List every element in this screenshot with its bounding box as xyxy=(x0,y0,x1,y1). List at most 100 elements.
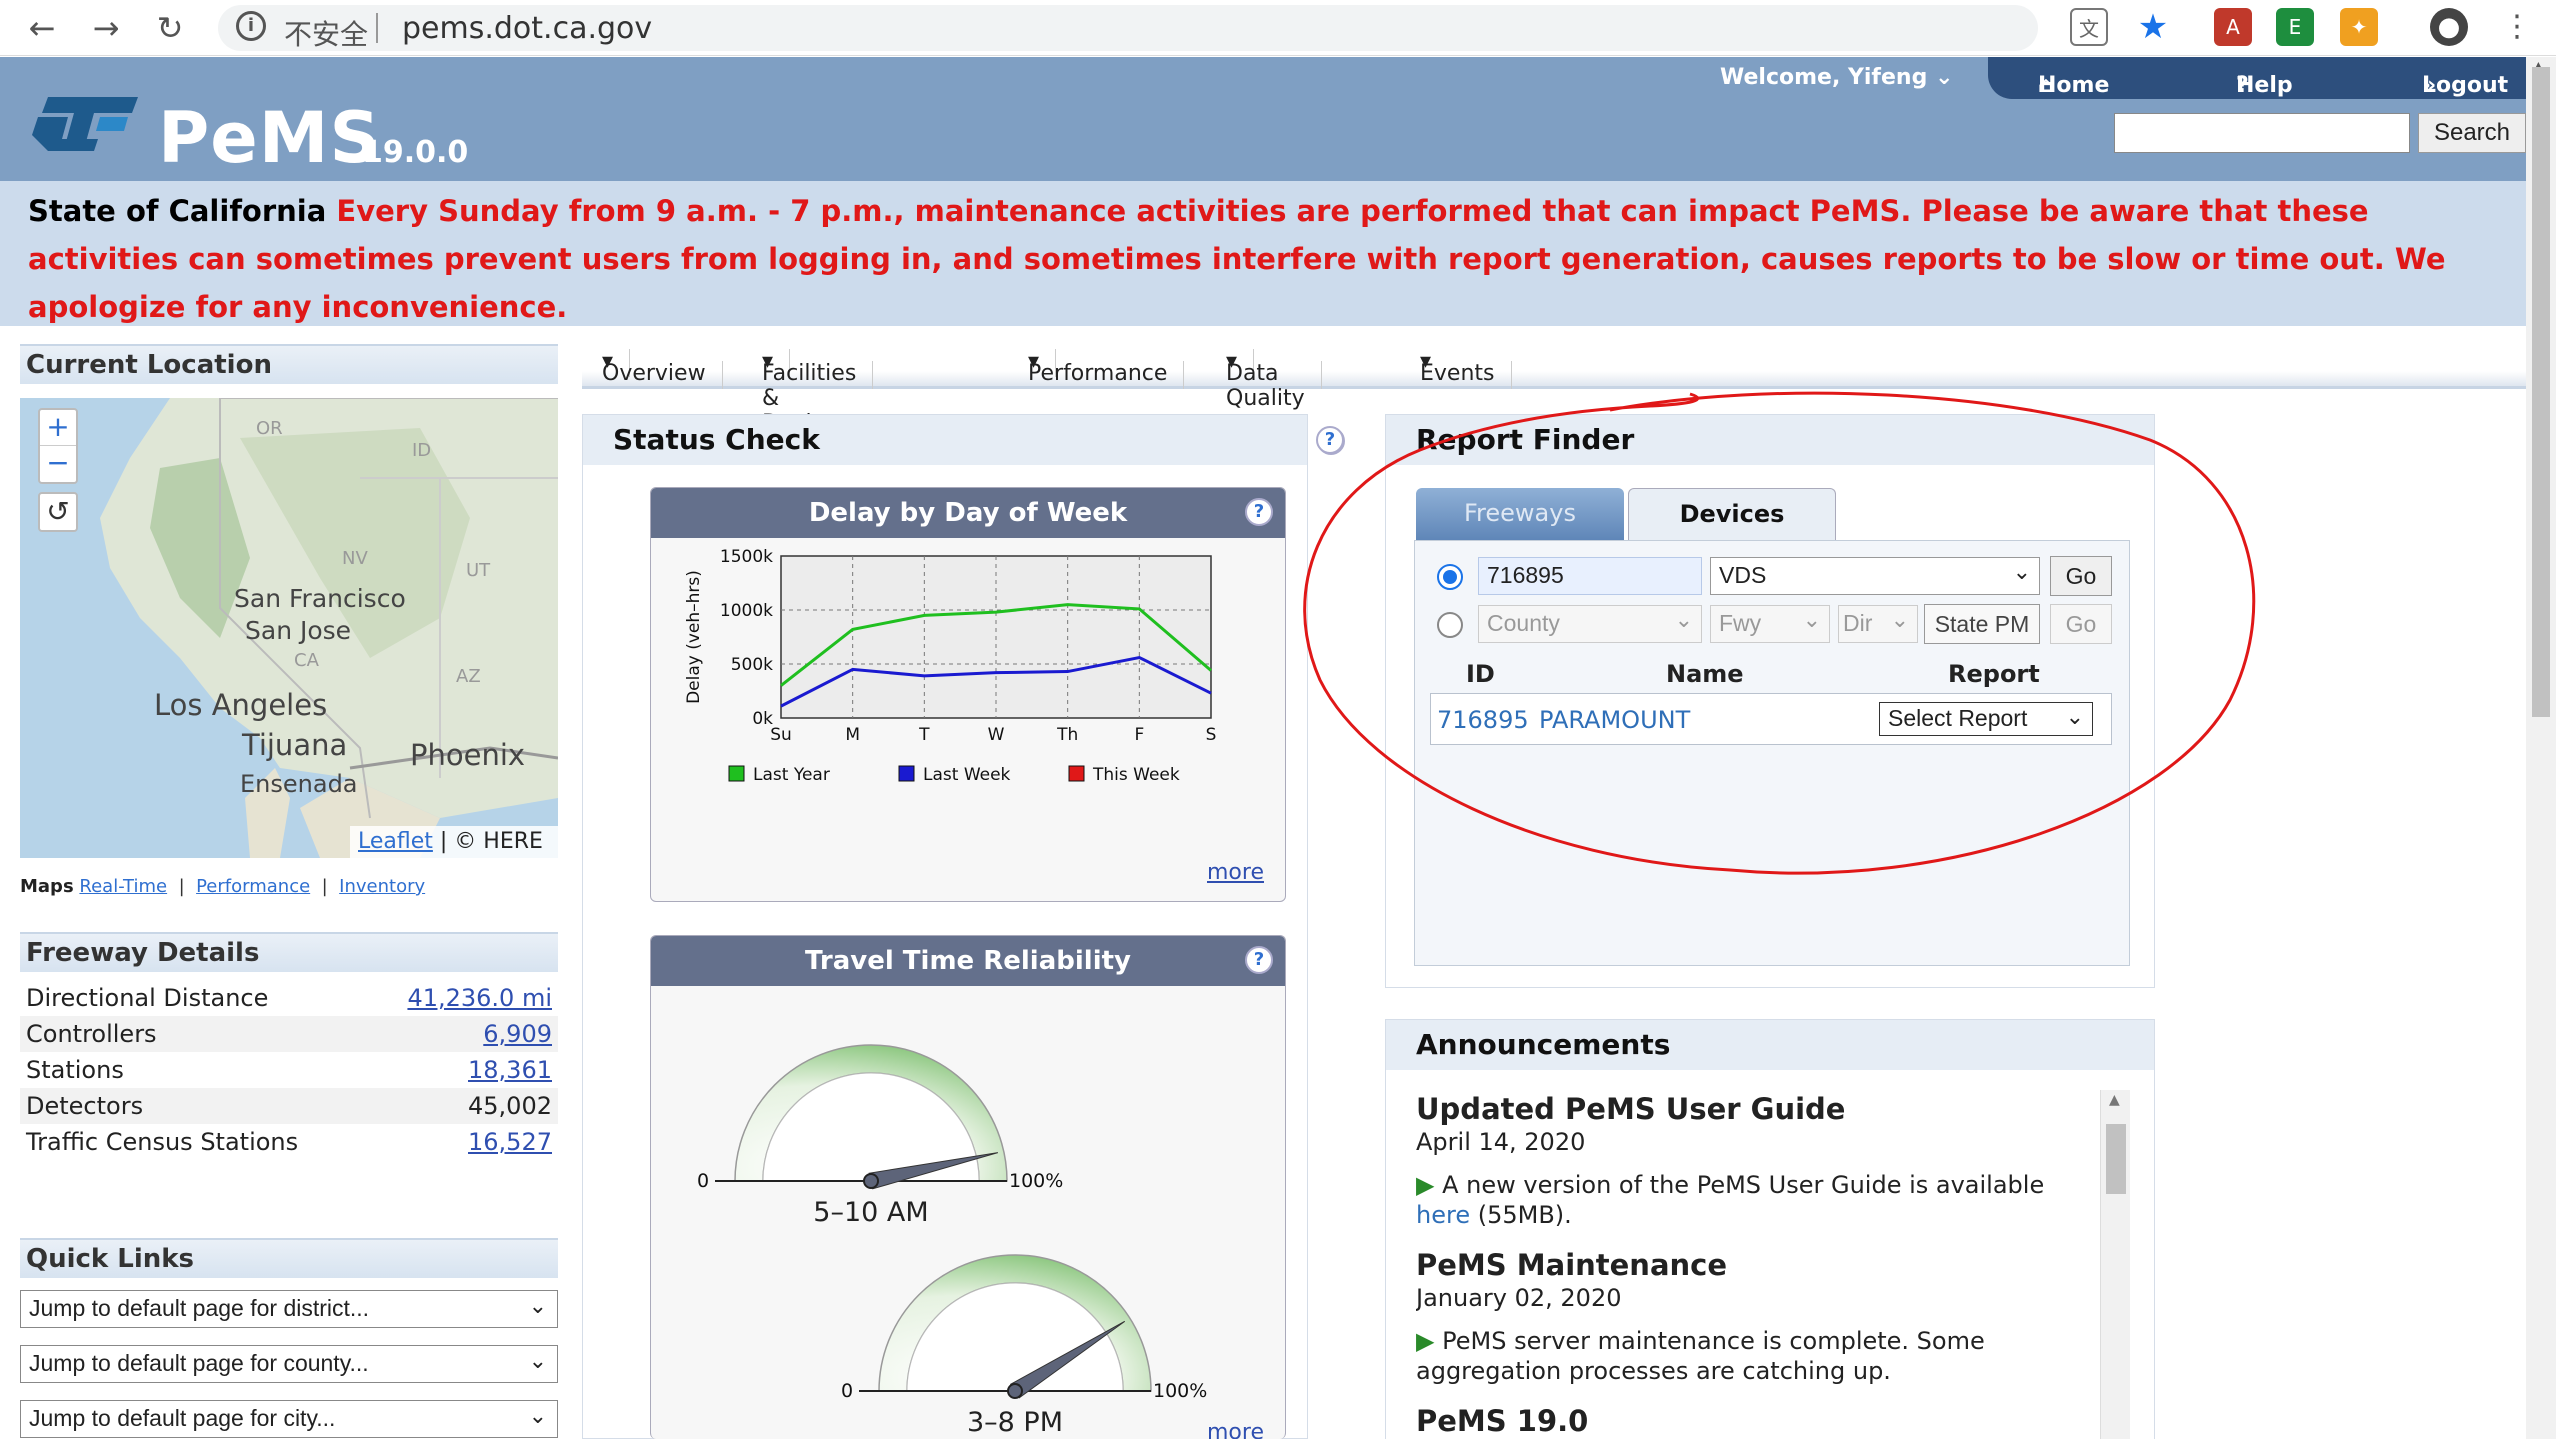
table-row: Controllers 6,909 xyxy=(20,1016,558,1052)
nav-help-label: Help xyxy=(2236,73,2293,98)
address-bar[interactable]: i 不安全 pems.dot.ca.gov xyxy=(218,5,2038,51)
county-select[interactable]: Jump to default page for county... ⌄ xyxy=(20,1345,558,1383)
table-row: Detectors 45,002 xyxy=(20,1088,558,1124)
menu-data-quality[interactable]: Data Quality ▾ xyxy=(1226,349,1322,411)
search-input[interactable] xyxy=(2114,113,2410,153)
menu-kebab-icon[interactable]: ⋮ xyxy=(2498,8,2536,46)
menu-facilities-devices[interactable]: Facilities & Devices ▾ xyxy=(762,349,874,436)
gauge-max-label: 100% xyxy=(1153,1380,1207,1402)
welcome-menu[interactable]: Welcome, Yifeng ⌄ xyxy=(1720,65,1953,90)
gauge-min-label: 0 xyxy=(697,1170,709,1192)
zoom-in-button[interactable]: + xyxy=(40,410,76,446)
delay-chart-title: Delay by Day of Week xyxy=(651,488,1285,538)
detail-value-link[interactable]: 6,909 xyxy=(320,1016,558,1052)
chevron-down-icon: ⌄ xyxy=(528,1348,547,1373)
zoom-out-button[interactable]: − xyxy=(40,446,76,482)
scrollbar-thumb[interactable] xyxy=(2532,67,2550,717)
menu-performance[interactable]: Performance ▾ xyxy=(1028,349,1185,389)
pdf-extension-icon[interactable]: A xyxy=(2214,8,2252,46)
gauge-hub xyxy=(863,1173,879,1189)
y-tick-label: 0k xyxy=(752,709,773,729)
district-select-value: Jump to default page for district... xyxy=(29,1295,370,1321)
x-tick-label: F xyxy=(1134,725,1144,745)
profile-avatar[interactable]: ● xyxy=(2430,8,2468,46)
legend-label: Last Week xyxy=(923,765,1011,785)
travel-more-link[interactable]: more xyxy=(1207,1420,1264,1439)
scroll-up-icon[interactable]: ▲ xyxy=(2109,1092,2120,1108)
detail-label: Detectors xyxy=(20,1088,320,1124)
x-tick-label: Su xyxy=(770,725,792,745)
announcement-text: PeMS server maintenance is complete. Som… xyxy=(1416,1327,1985,1385)
travel-time-title: Travel Time Reliability xyxy=(651,936,1285,986)
legend-swatch xyxy=(1068,765,1085,782)
gauge-period-label: 5–10 AM xyxy=(813,1197,928,1228)
page-scrollbar[interactable]: ▲ ▼ xyxy=(2526,57,2556,1439)
map-label-phoenix: Phoenix xyxy=(410,738,526,772)
reload-icon[interactable]: ↻ xyxy=(148,6,192,50)
pems-version: 19.0.0 xyxy=(362,135,469,170)
gauge-max-label: 100% xyxy=(1009,1170,1063,1192)
x-tick-label: S xyxy=(1206,725,1217,745)
map-label-az: AZ xyxy=(456,666,481,687)
red-annotation-circle xyxy=(1303,391,2256,875)
announcement-title: PeMS 19.0 xyxy=(1416,1404,1589,1438)
maps-realtime-link[interactable]: Real-Time xyxy=(79,876,167,897)
top-nav: ⌂ Home ? Help » Logout xyxy=(1988,57,2526,99)
legend-swatch xyxy=(728,765,745,782)
caltrans-logo-icon[interactable] xyxy=(28,87,148,157)
district-select[interactable]: Jump to default page for district... ⌄ xyxy=(20,1290,558,1328)
current-location-title: Current Location xyxy=(20,344,558,384)
bullet-arrow-icon: ▶ xyxy=(1416,1327,1435,1355)
search-button[interactable]: Search xyxy=(2418,113,2526,153)
maps-inventory-link[interactable]: Inventory xyxy=(339,876,425,897)
detail-label: Traffic Census Stations xyxy=(26,1128,299,1156)
info-icon[interactable]: i xyxy=(236,11,266,41)
announcement-here-link[interactable]: here xyxy=(1416,1201,1470,1229)
announcement-title: Updated PeMS User Guide xyxy=(1416,1092,1846,1126)
here-attribution: | © HERE xyxy=(439,829,543,854)
forward-icon[interactable]: → xyxy=(84,6,128,50)
map-zoom-control: + − xyxy=(38,408,78,484)
scrollbar-thumb[interactable] xyxy=(2106,1124,2126,1194)
announcements-title: Announcements xyxy=(1386,1020,2154,1070)
detail-label: Stations xyxy=(26,1056,124,1084)
leaflet-link[interactable]: Leaflet xyxy=(358,829,433,854)
detail-value-link[interactable]: 16,527 xyxy=(320,1124,558,1160)
quick-links-title: Quick Links xyxy=(20,1238,558,1278)
menu-performance-label: Performance xyxy=(1028,361,1185,389)
map-label-ca: CA xyxy=(294,650,319,671)
back-icon[interactable]: ← xyxy=(20,6,64,50)
map-label-nv: NV xyxy=(342,548,368,569)
location-map[interactable]: OR ID NV UT CA AZ San Francisco San Jose… xyxy=(20,398,558,858)
delay-chart: Su M T W Th F S 0k 500k 1000k 1500k Delay (veh–hrs)… xyxy=(684,547,1217,785)
table-row: Directional Distance 41,236.0 mi xyxy=(20,980,558,1016)
translate-icon[interactable]: 文 xyxy=(2070,8,2108,46)
map-reset-icon[interactable]: ↺ xyxy=(38,492,78,532)
url-text[interactable]: pems.dot.ca.gov xyxy=(402,11,652,46)
y-tick-label: 1000k xyxy=(720,601,773,621)
maps-label: Maps xyxy=(20,876,74,897)
legend-swatch xyxy=(898,765,915,782)
extension-icon[interactable]: ✦ xyxy=(2340,8,2378,46)
announcements-scrollbar[interactable]: ▲ xyxy=(2100,1090,2130,1439)
detail-value-link[interactable]: 41,236.0 mi xyxy=(320,980,558,1016)
table-row: Stations 18,361 xyxy=(20,1052,558,1088)
pems-logo-text[interactable]: PeMS xyxy=(158,97,381,179)
delay-help-icon[interactable]: ? xyxy=(1245,498,1273,526)
detail-value-link[interactable]: 18,361 xyxy=(320,1052,558,1088)
maps-performance-link[interactable]: Performance xyxy=(196,876,310,897)
x-tick-label: W xyxy=(988,725,1005,745)
evernote-extension-icon[interactable]: E xyxy=(2276,8,2314,46)
bookmark-star-icon[interactable]: ★ xyxy=(2134,8,2172,46)
delay-more-link[interactable]: more xyxy=(1207,860,1264,885)
menu-overview[interactable]: Overview ▾ xyxy=(602,349,723,389)
map-attribution: Leaflet | © HERE xyxy=(350,826,558,858)
city-select[interactable]: Jump to default page for city... ⌄ xyxy=(20,1400,558,1438)
travel-help-icon[interactable]: ? xyxy=(1245,946,1273,974)
announcement-title: PeMS Maintenance xyxy=(1416,1248,1728,1282)
freeway-details-table: Directional Distance 41,236.0 mi Control… xyxy=(20,980,558,1160)
county-select-value: Jump to default page for county... xyxy=(29,1350,369,1376)
announcements-list: Updated PeMS User Guide April 14, 2020 ▶… xyxy=(1416,1090,2096,1439)
gauge-chart: 0 100% 5–10 AM 0 100% 3–8 PM xyxy=(697,1044,1207,1438)
city-select-value: Jump to default page for city... xyxy=(29,1405,336,1431)
